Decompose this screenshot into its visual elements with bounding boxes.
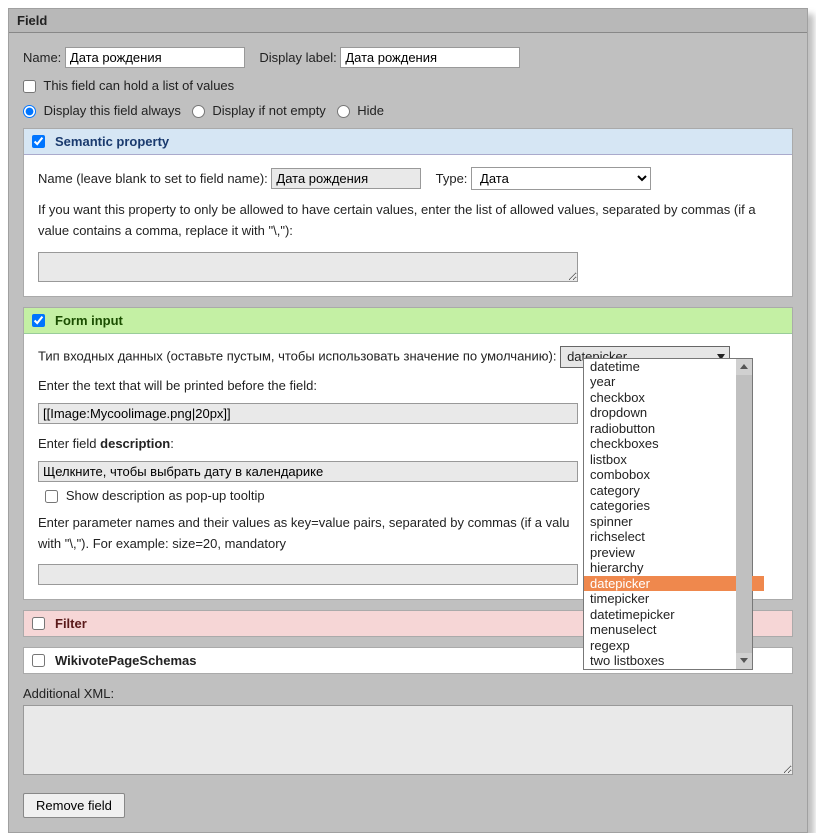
forminput-section: Form input Тип входных данных (оставьте … (23, 307, 793, 601)
desc-input[interactable] (38, 461, 578, 482)
display-hide-label: Hide (357, 103, 384, 118)
display-label-input[interactable] (340, 47, 520, 68)
panel-body: Name: Display label: This field can hold… (9, 33, 807, 832)
name-input[interactable] (65, 47, 245, 68)
semantic-body: Name (leave blank to set to field name):… (24, 155, 792, 296)
display-label-label: Display label: (259, 50, 336, 65)
before-input[interactable] (38, 403, 578, 424)
inputtype-option[interactable]: checkbox (584, 390, 736, 406)
params-help-prefix: Enter parameter names and their values a… (38, 515, 569, 530)
semantic-allowed-input[interactable] (38, 252, 578, 282)
row-display-mode: Display this field always Display if not… (23, 103, 793, 118)
inputtype-option[interactable]: year (584, 374, 736, 390)
inputtype-option[interactable]: menuselect (584, 622, 736, 638)
inputtype-option[interactable]: timepicker (584, 591, 736, 607)
inputtype-option[interactable]: combobox (584, 467, 736, 483)
list-values-label: This field can hold a list of values (43, 78, 234, 93)
inputtype-dropdown[interactable]: datetimeyearcheckboxdropdownradiobuttonc… (583, 358, 753, 670)
inputtype-option[interactable]: regexp (584, 638, 736, 654)
buttons-row: Remove field (23, 793, 793, 818)
inputtype-option[interactable]: two listboxes (584, 653, 736, 669)
semantic-section: Semantic property Name (leave blank to s… (23, 128, 793, 297)
semantic-title: Semantic property (55, 134, 169, 149)
forminput-checkbox[interactable] (32, 314, 45, 327)
display-always-radio[interactable] (23, 105, 36, 118)
semantic-type-label: Type: (436, 171, 468, 186)
list-values-checkbox[interactable] (23, 80, 36, 93)
semantic-header: Semantic property (24, 129, 792, 155)
display-ifnotempty-radio[interactable] (192, 105, 205, 118)
scroll-down-icon[interactable] (736, 653, 752, 669)
name-label: Name: (23, 50, 61, 65)
inputtype-option[interactable]: preview (584, 545, 736, 561)
inputtype-option[interactable]: category (584, 483, 736, 499)
row-list-values: This field can hold a list of values (23, 78, 793, 93)
semantic-name-input[interactable] (271, 168, 421, 189)
desc-label-prefix: Enter field (38, 436, 100, 451)
inputtype-option[interactable]: listbox (584, 452, 736, 468)
scrollbar-track[interactable] (736, 359, 752, 669)
inputtype-option[interactable]: checkboxes (584, 436, 736, 452)
params-help-suffix: with "\,"). For example: size=20, mandat… (38, 536, 286, 551)
additional-xml-label: Additional XML: (23, 686, 793, 701)
wikivote-checkbox[interactable] (32, 654, 45, 667)
row-name: Name: Display label: (23, 47, 793, 68)
inputtype-label: Тип входных данных (оставьте пустым, что… (38, 348, 556, 363)
forminput-title: Form input (55, 313, 123, 328)
display-hide-radio[interactable] (337, 105, 350, 118)
display-always-label: Display this field always (44, 103, 181, 118)
semantic-allowed-help: If you want this property to only be all… (38, 200, 778, 242)
field-panel: Field Name: Display label: This field ca… (8, 8, 808, 833)
inputtype-option[interactable]: richselect (584, 529, 736, 545)
inputtype-option[interactable]: spinner (584, 514, 736, 530)
params-input[interactable] (38, 564, 578, 585)
filter-checkbox[interactable] (32, 617, 45, 630)
additional-xml-input[interactable] (23, 705, 793, 775)
scrollbar-thumb[interactable] (736, 375, 752, 655)
tooltip-checkbox[interactable] (45, 490, 58, 503)
scroll-up-icon[interactable] (736, 359, 752, 375)
inputtype-option[interactable]: datetime (584, 359, 736, 375)
semantic-name-row: Name (leave blank to set to field name):… (38, 167, 778, 190)
inputtype-option[interactable]: categories (584, 498, 736, 514)
remove-field-button[interactable]: Remove field (23, 793, 125, 818)
inputtype-option[interactable]: datetimepicker (584, 607, 736, 623)
semantic-name-label: Name (leave blank to set to field name): (38, 171, 268, 186)
display-ifnotempty-label: Display if not empty (212, 103, 325, 118)
inputtype-option[interactable]: hierarchy (584, 560, 736, 576)
tooltip-label: Show description as pop-up tooltip (66, 488, 265, 503)
wikivote-title: WikivotePageSchemas (55, 653, 197, 668)
desc-label-bold: description (100, 436, 170, 451)
semantic-type-select[interactable]: Дата (471, 167, 651, 190)
forminput-header: Form input (24, 308, 792, 334)
inputtype-option[interactable]: dropdown (584, 405, 736, 421)
filter-title: Filter (55, 616, 87, 631)
panel-title: Field (9, 9, 807, 33)
forminput-body: Тип входных данных (оставьте пустым, что… (24, 334, 792, 600)
semantic-checkbox[interactable] (32, 135, 45, 148)
inputtype-option[interactable]: radiobutton (584, 421, 736, 437)
